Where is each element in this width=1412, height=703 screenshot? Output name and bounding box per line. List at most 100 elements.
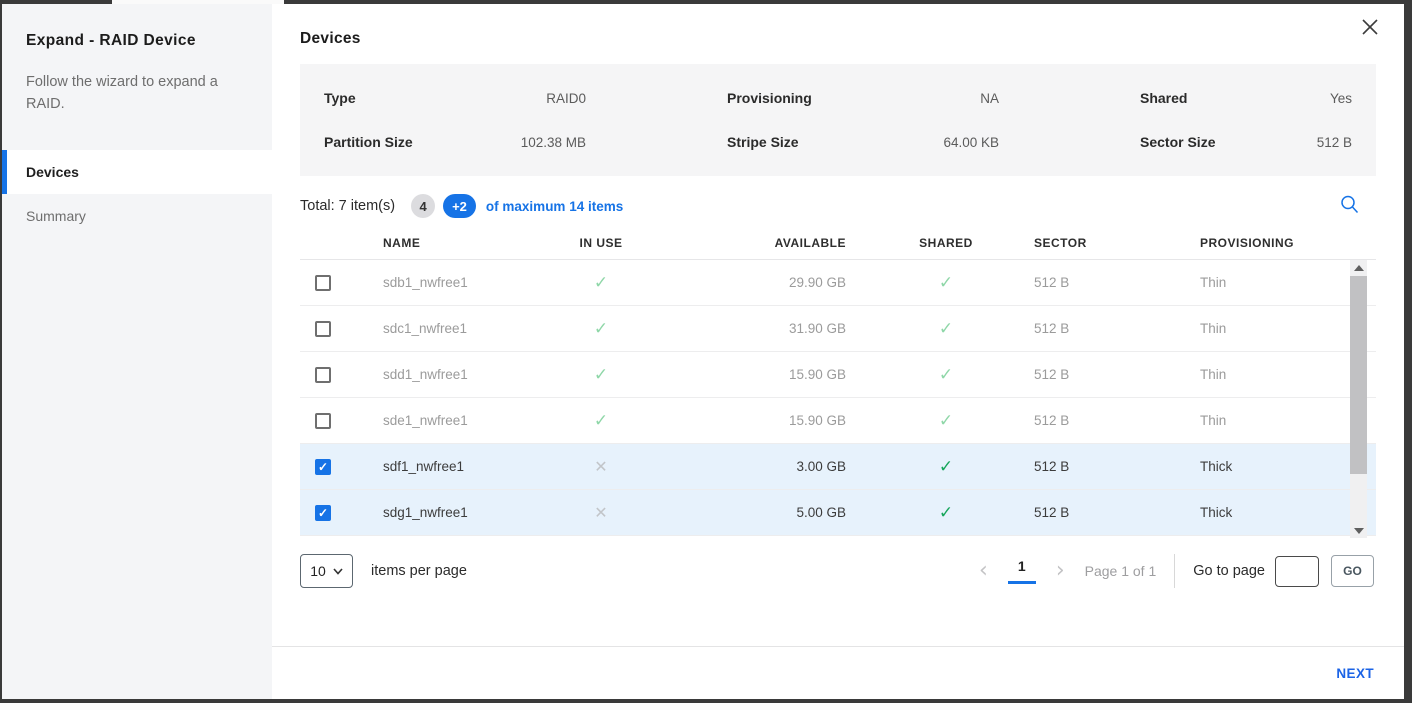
cell-available: 15.90 GB — [696, 413, 886, 428]
table-row: sdd1_nwfree1 ✓ 15.90 GB ✓ 512 B Thin — [300, 352, 1376, 398]
table-row: sdc1_nwfree1 ✓ 31.90 GB ✓ 512 B Thin — [300, 306, 1376, 352]
chevron-down-icon — [333, 568, 343, 575]
info-label-provisioning: Provisioning — [727, 90, 812, 106]
info-value-stripe-size: 64.00 KB — [943, 135, 999, 150]
info-value-type: RAID0 — [546, 91, 586, 106]
info-label-partition-size: Partition Size — [324, 134, 413, 150]
close-button[interactable] — [1358, 16, 1382, 40]
cell-provisioning: Thin — [1156, 321, 1376, 336]
shared-check-icon: ✓ — [939, 273, 953, 292]
table-row: sdb1_nwfree1 ✓ 29.90 GB ✓ 512 B Thin — [300, 260, 1376, 306]
search-button[interactable] — [1337, 192, 1362, 220]
cell-sector: 512 B — [1006, 367, 1156, 382]
table-row: sde1_nwfree1 ✓ 15.90 GB ✓ 512 B Thin — [300, 398, 1376, 444]
shared-check-icon: ✓ — [939, 503, 953, 522]
shared-check-icon: ✓ — [939, 365, 953, 384]
cell-name: sdc1_nwfree1 — [346, 321, 506, 336]
cell-provisioning: Thin — [1156, 367, 1376, 382]
info-label-sector-size: Sector Size — [1140, 134, 1215, 150]
table-row-selected: sdg1_nwfree1 ✕ 5.00 GB ✓ 512 B Thick — [300, 490, 1376, 536]
cell-provisioning: Thin — [1156, 413, 1376, 428]
step-summary-label: Summary — [26, 208, 86, 224]
wizard-description: Follow the wizard to expand a RAID. — [26, 72, 241, 116]
wizard-steps: Devices Summary — [2, 150, 272, 238]
step-devices[interactable]: Devices — [2, 150, 272, 194]
in-use-check-icon: ✓ — [594, 365, 608, 384]
cell-available: 29.90 GB — [696, 275, 886, 290]
wizard-title: Expand - RAID Device — [26, 32, 248, 50]
cell-provisioning: Thin — [1156, 275, 1376, 290]
previous-page-icon[interactable]: ‹ — [973, 560, 994, 582]
cell-sector: 512 B — [1006, 413, 1156, 428]
row-checkbox[interactable] — [315, 275, 331, 291]
devices-panel: Devices Type RAID0 Provisioning NA Share… — [272, 4, 1404, 699]
shared-check-icon: ✓ — [939, 411, 953, 430]
info-value-partition-size: 102.38 MB — [521, 135, 586, 150]
in-use-check-icon: ✓ — [594, 319, 608, 338]
cell-available: 3.00 GB — [696, 459, 886, 474]
go-button[interactable]: GO — [1331, 555, 1374, 587]
info-value-sector-size: 512 B — [1317, 135, 1352, 150]
in-use-cross-icon: ✕ — [594, 459, 607, 476]
raid-info-panel: Type RAID0 Provisioning NA Shared Yes Pa… — [300, 64, 1376, 176]
step-devices-label: Devices — [26, 164, 79, 180]
scrollbar-down-arrow-icon[interactable] — [1350, 523, 1367, 538]
panel-title: Devices — [300, 30, 1376, 48]
table-scrollbar[interactable] — [1350, 260, 1367, 538]
in-use-check-icon: ✓ — [594, 411, 608, 430]
col-header-in-use: IN USE — [506, 236, 696, 250]
go-to-page-input[interactable] — [1275, 556, 1319, 587]
devices-table: NAME IN USE AVAILABLE SHARED SECTOR PROV… — [300, 226, 1376, 536]
scrollbar-thumb[interactable] — [1350, 276, 1367, 474]
page-size-select[interactable]: 10 — [300, 554, 353, 588]
shared-check-icon: ✓ — [939, 457, 953, 476]
cell-name: sdb1_nwfree1 — [346, 275, 506, 290]
wizard-sidebar: Expand - RAID Device Follow the wizard t… — [2, 4, 272, 699]
cell-name: sdf1_nwfree1 — [346, 459, 506, 474]
pagination-bar: 10 items per page ‹ 1 › Page 1 of 1 Go t — [300, 554, 1376, 588]
info-label-type: Type — [324, 90, 356, 106]
cell-sector: 512 B — [1006, 275, 1156, 290]
cell-available: 31.90 GB — [696, 321, 886, 336]
expand-raid-wizard-dialog: Expand - RAID Device Follow the wizard t… — [2, 4, 1404, 699]
in-use-cross-icon: ✕ — [594, 505, 607, 522]
cell-name: sde1_nwfree1 — [346, 413, 506, 428]
search-icon — [1339, 194, 1360, 215]
max-items-note: of maximum 14 items — [486, 199, 623, 214]
cell-available: 5.00 GB — [696, 505, 886, 520]
table-header-row: NAME IN USE AVAILABLE SHARED SECTOR PROV… — [300, 226, 1376, 260]
cell-provisioning: Thick — [1156, 505, 1376, 520]
page-info-text: Page 1 of 1 — [1085, 563, 1157, 579]
info-value-shared: Yes — [1330, 91, 1352, 106]
in-use-check-icon: ✓ — [594, 273, 608, 292]
scrollbar-up-arrow-icon[interactable] — [1350, 260, 1367, 275]
table-row-selected: sdf1_nwfree1 ✕ 3.00 GB ✓ 512 B Thick — [300, 444, 1376, 490]
row-checkbox[interactable] — [315, 505, 331, 521]
row-checkbox[interactable] — [315, 413, 331, 429]
cell-name: sdd1_nwfree1 — [346, 367, 506, 382]
page-number-current[interactable]: 1 — [1008, 558, 1036, 584]
info-label-stripe-size: Stripe Size — [727, 134, 799, 150]
col-header-available: AVAILABLE — [696, 236, 886, 250]
col-header-provisioning: PROVISIONING — [1156, 236, 1376, 250]
shared-check-icon: ✓ — [939, 319, 953, 338]
page-size-value: 10 — [310, 563, 326, 579]
row-checkbox[interactable] — [315, 367, 331, 383]
cell-sector: 512 B — [1006, 459, 1156, 474]
pager: ‹ 1 › Page 1 of 1 Go to page GO — [973, 554, 1376, 588]
cell-sector: 512 B — [1006, 321, 1156, 336]
close-icon — [1361, 18, 1379, 36]
row-checkbox[interactable] — [315, 321, 331, 337]
next-page-icon[interactable]: › — [1050, 560, 1071, 582]
screen: blr8-115-105 ✕ Expand - RAID Device Foll… — [0, 0, 1412, 703]
next-button[interactable]: NEXT — [1336, 666, 1374, 681]
items-per-page-label: items per page — [371, 563, 467, 579]
row-checkbox[interactable] — [315, 459, 331, 475]
added-count-badge: +2 — [443, 194, 476, 218]
existing-count-badge: 4 — [411, 194, 435, 218]
info-label-shared: Shared — [1140, 90, 1187, 106]
step-summary[interactable]: Summary — [2, 194, 272, 238]
col-header-sector: SECTOR — [1006, 236, 1156, 250]
cell-available: 15.90 GB — [696, 367, 886, 382]
total-items-text: Total: 7 item(s) — [300, 198, 395, 214]
